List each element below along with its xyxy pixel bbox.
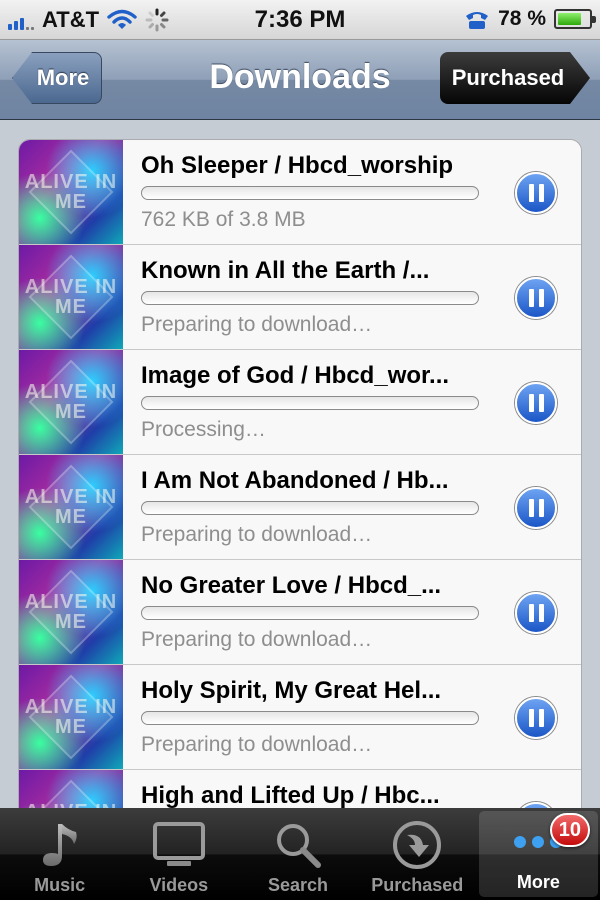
download-arrow-icon bbox=[391, 819, 443, 871]
song-title: Holy Spirit, My Great Hel... bbox=[141, 677, 442, 704]
song-title: Oh Sleeper / Hbcd_worship bbox=[141, 152, 454, 179]
album-art: ALIVE IN ME bbox=[19, 770, 123, 808]
tab-bar: Music Videos Search Purchased More 10 bbox=[0, 808, 600, 900]
album-art: ALIVE IN ME bbox=[19, 245, 123, 349]
tab-purchased[interactable]: Purchased bbox=[358, 808, 477, 900]
pause-button[interactable] bbox=[515, 277, 557, 319]
download-row[interactable]: ALIVE IN ME Known in All the Earth /... … bbox=[19, 245, 581, 350]
download-progress-bar bbox=[141, 501, 479, 515]
album-art: ALIVE IN ME bbox=[19, 140, 123, 244]
tab-label: Videos bbox=[149, 875, 209, 895]
pause-button[interactable] bbox=[515, 697, 557, 739]
battery-percentage: 78 % bbox=[498, 7, 546, 30]
download-status: 762 KB of 3.8 MB bbox=[141, 208, 306, 231]
tab-label: Search bbox=[267, 875, 329, 895]
song-title: I Am Not Abandoned / Hb... bbox=[141, 467, 449, 494]
download-progress-bar bbox=[141, 291, 479, 305]
song-title: Known in All the Earth /... bbox=[141, 257, 430, 284]
battery-icon bbox=[554, 9, 596, 29]
tab-more[interactable]: More 10 bbox=[478, 811, 599, 897]
downloads-scroll-area[interactable]: ALIVE IN ME Oh Sleeper / Hbcd_worship 76… bbox=[0, 121, 600, 808]
status-bar: AT&T 7:36 PM 78 % bbox=[0, 0, 600, 40]
pause-button[interactable] bbox=[515, 172, 557, 214]
download-status: Processing… bbox=[141, 418, 266, 441]
tab-search[interactable]: Search bbox=[238, 808, 357, 900]
download-progress-bar bbox=[141, 711, 479, 725]
pause-button[interactable] bbox=[515, 487, 557, 529]
download-progress-bar bbox=[141, 606, 479, 620]
download-row[interactable]: ALIVE IN ME High and Lifted Up / Hbc... bbox=[19, 770, 581, 808]
song-title: No Greater Love / Hbcd_... bbox=[141, 572, 442, 599]
download-status: Preparing to download… bbox=[141, 733, 373, 756]
tab-label: More bbox=[516, 872, 560, 892]
download-status: Preparing to download… bbox=[141, 313, 373, 336]
pause-button[interactable] bbox=[515, 592, 557, 634]
magnifier-icon bbox=[272, 819, 324, 871]
download-status: Preparing to download… bbox=[141, 628, 373, 651]
notification-badge: 10 bbox=[549, 813, 591, 847]
album-art: ALIVE IN ME bbox=[19, 350, 123, 454]
tv-icon bbox=[152, 819, 205, 871]
tab-videos[interactable]: Videos bbox=[119, 808, 238, 900]
call-forwarding-icon bbox=[466, 12, 489, 29]
song-title: Image of God / Hbcd_wor... bbox=[141, 362, 450, 389]
tab-label: Purchased bbox=[371, 875, 464, 895]
purchased-button[interactable]: Purchased bbox=[440, 52, 590, 104]
download-row[interactable]: ALIVE IN ME No Greater Love / Hbcd_... P… bbox=[19, 560, 581, 665]
song-title: High and Lifted Up / Hbc... bbox=[141, 782, 440, 808]
album-art: ALIVE IN ME bbox=[19, 665, 123, 769]
tab-music[interactable]: Music bbox=[0, 808, 119, 900]
download-row[interactable]: ALIVE IN ME I Am Not Abandoned / Hb... P… bbox=[19, 455, 581, 560]
download-progress-bar bbox=[141, 396, 479, 410]
music-note-icon bbox=[34, 819, 86, 871]
download-row[interactable]: ALIVE IN ME Oh Sleeper / Hbcd_worship 76… bbox=[19, 140, 581, 245]
album-art: ALIVE IN ME bbox=[19, 560, 123, 664]
navigation-bar: More Downloads Purchased bbox=[0, 40, 600, 120]
downloads-list: ALIVE IN ME Oh Sleeper / Hbcd_worship 76… bbox=[18, 139, 582, 808]
download-progress-bar bbox=[141, 186, 479, 200]
download-status: Preparing to download… bbox=[141, 523, 373, 546]
status-bar-right: 78 % bbox=[464, 7, 596, 31]
pause-button[interactable] bbox=[515, 382, 557, 424]
download-row[interactable]: ALIVE IN ME Image of God / Hbcd_wor... P… bbox=[19, 350, 581, 455]
download-row[interactable]: ALIVE IN ME Holy Spirit, My Great Hel...… bbox=[19, 665, 581, 770]
battery-level bbox=[558, 13, 582, 25]
album-art: ALIVE IN ME bbox=[19, 455, 123, 559]
tab-label: Music bbox=[34, 875, 86, 895]
